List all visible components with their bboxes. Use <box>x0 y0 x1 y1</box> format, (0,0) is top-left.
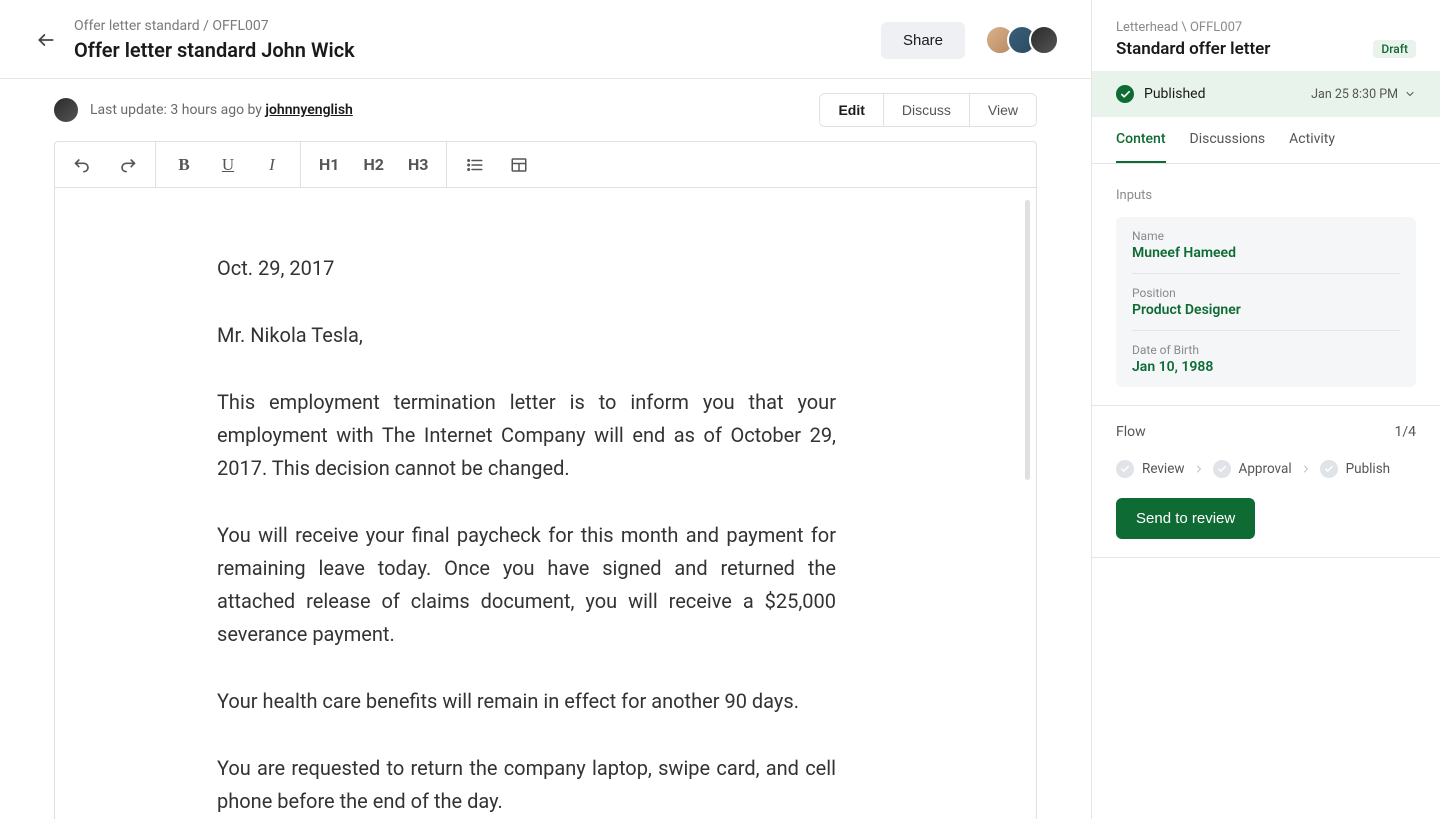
status-bar[interactable]: Published Jan 25 8:30 PM <box>1092 71 1440 117</box>
toolbar-history-group <box>55 142 156 187</box>
status-timestamp-toggle[interactable]: Jan 25 8:30 PM <box>1311 87 1416 102</box>
draft-badge: Draft <box>1373 40 1416 58</box>
breadcrumb[interactable]: Offer letter standard / OFFL007 <box>74 18 881 34</box>
tab-content[interactable]: Content <box>1116 131 1166 163</box>
view-mode-tabs: Edit Discuss View <box>819 93 1037 127</box>
side-breadcrumb[interactable]: Letterhead \ OFFL007 <box>1116 20 1416 35</box>
check-icon <box>1116 460 1134 478</box>
step-label: Review <box>1142 461 1185 477</box>
input-value: Jan 10, 1988 <box>1132 359 1400 375</box>
send-to-review-button[interactable]: Send to review <box>1116 498 1255 539</box>
header-titles: Offer letter standard / OFFL007 Offer le… <box>74 18 881 62</box>
side-panel: Letterhead \ OFFL007 Standard offer lett… <box>1092 0 1440 819</box>
avatar[interactable] <box>1029 25 1059 55</box>
redo-icon <box>117 155 137 175</box>
editor-wrap: B U I H1 H2 H3 <box>54 141 1037 819</box>
sub-left: Last update: 3 hours ago by johnnyenglis… <box>54 98 353 122</box>
collaborator-avatars[interactable] <box>985 25 1059 55</box>
input-label: Position <box>1132 286 1400 300</box>
tab-edit[interactable]: Edit <box>820 94 882 126</box>
toolbar-heading-group: H1 H2 H3 <box>301 142 447 187</box>
undo-button[interactable] <box>69 151 97 179</box>
side-tabs: Content Discussions Activity <box>1092 117 1440 164</box>
sub-header: Last update: 3 hours ago by johnnyenglis… <box>0 79 1091 141</box>
input-value: Muneef Hameed <box>1132 245 1400 261</box>
chevron-down-icon <box>1404 88 1416 100</box>
input-label: Name <box>1132 229 1400 243</box>
doc-paragraph: This employment termination letter is to… <box>217 386 836 485</box>
chevron-right-icon <box>1193 463 1205 475</box>
flow-step-review[interactable]: Review <box>1116 460 1185 478</box>
input-item-name[interactable]: Name Muneef Hameed <box>1132 217 1400 274</box>
main-panel: Offer letter standard / OFFL007 Offer le… <box>0 0 1092 819</box>
list-button[interactable] <box>461 151 489 179</box>
status-timestamp: Jan 25 8:30 PM <box>1311 87 1398 102</box>
back-button[interactable] <box>32 26 60 54</box>
doc-salutation: Mr. Nikola Tesla, <box>217 319 836 352</box>
h2-button[interactable]: H2 <box>359 155 387 174</box>
check-icon <box>1320 460 1338 478</box>
h3-button[interactable]: H3 <box>404 155 432 174</box>
side-title: Standard offer letter <box>1116 39 1270 59</box>
editor-toolbar: B U I H1 H2 H3 <box>55 142 1036 188</box>
author-avatar[interactable] <box>54 98 78 122</box>
h1-button[interactable]: H1 <box>315 155 343 174</box>
check-icon <box>1213 460 1231 478</box>
input-value: Product Designer <box>1132 302 1400 318</box>
editor-area: B U I H1 H2 H3 <box>0 141 1091 819</box>
doc-paragraph: Your health care benefits will remain in… <box>217 685 836 718</box>
arrow-left-icon <box>36 30 56 50</box>
step-label: Approval <box>1239 461 1292 477</box>
inputs-section: Inputs Name Muneef Hameed Position Produ… <box>1092 164 1440 406</box>
doc-paragraph: You are requested to return the company … <box>217 752 836 818</box>
header-right: Share <box>881 22 1059 59</box>
check-icon <box>1116 85 1134 103</box>
doc-paragraph: You will receive your final paycheck for… <box>217 519 836 651</box>
update-user-link[interactable]: johnnyenglish <box>265 102 352 118</box>
tab-discussions[interactable]: Discussions <box>1190 131 1266 163</box>
update-prefix: Last update: 3 hours ago by <box>90 102 265 118</box>
italic-button[interactable]: I <box>258 151 286 179</box>
flow-step-publish[interactable]: Publish <box>1320 460 1391 478</box>
toolbar-style-group: B U I <box>156 142 301 187</box>
flow-step-approval[interactable]: Approval <box>1213 460 1292 478</box>
main-header: Offer letter standard / OFFL007 Offer le… <box>0 0 1091 79</box>
chevron-right-icon <box>1300 463 1312 475</box>
redo-button[interactable] <box>113 151 141 179</box>
doc-date: Oct. 29, 2017 <box>217 252 836 285</box>
table-button[interactable] <box>505 151 533 179</box>
tab-discuss[interactable]: Discuss <box>883 94 969 126</box>
page-title: Offer letter standard John Wick <box>74 38 881 62</box>
toolbar-block-group <box>447 142 547 187</box>
flow-progress: 1/4 <box>1394 424 1416 440</box>
input-item-position[interactable]: Position Product Designer <box>1132 274 1400 331</box>
underline-button[interactable]: U <box>214 151 242 179</box>
flow-label: Flow <box>1116 424 1146 440</box>
side-header: Letterhead \ OFFL007 Standard offer lett… <box>1092 0 1440 71</box>
inputs-label: Inputs <box>1116 188 1416 203</box>
inputs-card: Name Muneef Hameed Position Product Desi… <box>1116 217 1416 387</box>
flow-steps: Review Approval Publish <box>1116 460 1416 478</box>
document-body[interactable]: Oct. 29, 2017 Mr. Nikola Tesla, This emp… <box>55 188 1036 819</box>
input-item-dob[interactable]: Date of Birth Jan 10, 1988 <box>1132 331 1400 387</box>
last-update-text: Last update: 3 hours ago by johnnyenglis… <box>90 102 353 118</box>
tab-activity[interactable]: Activity <box>1289 131 1335 163</box>
input-label: Date of Birth <box>1132 343 1400 357</box>
flow-section: Flow 1/4 Review Approval <box>1092 406 1440 558</box>
table-icon <box>510 156 528 174</box>
status-text: Published <box>1144 86 1205 102</box>
share-button[interactable]: Share <box>881 22 965 59</box>
bold-button[interactable]: B <box>170 151 198 179</box>
list-icon <box>466 156 484 174</box>
undo-icon <box>73 155 93 175</box>
tab-view[interactable]: View <box>969 94 1036 126</box>
step-label: Publish <box>1346 461 1391 477</box>
